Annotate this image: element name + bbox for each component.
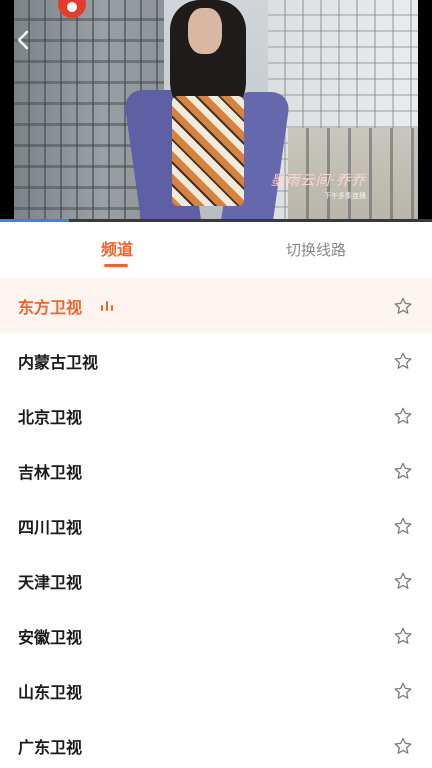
- star-outline-icon[interactable]: [393, 626, 413, 646]
- channel-name: 四川卫视: [18, 517, 83, 537]
- watermark-subtitle: 下午多集连播: [324, 192, 366, 200]
- equalizer-bars-icon: [101, 299, 117, 313]
- channel-name: 山东卫视: [18, 682, 83, 702]
- star-outline-icon[interactable]: [393, 351, 413, 371]
- channel-row[interactable]: 天津卫视: [0, 553, 432, 608]
- channel-name: 内蒙古卫视: [18, 352, 99, 372]
- channel-name: 天津卫视: [18, 572, 83, 592]
- channel-name: 安徽卫视: [18, 627, 83, 647]
- channel-row[interactable]: 安徽卫视: [0, 608, 432, 663]
- channel-row[interactable]: 山东卫视: [0, 663, 432, 718]
- channel-row[interactable]: 广东卫视: [0, 718, 432, 768]
- star-outline-icon[interactable]: [393, 681, 413, 701]
- video-watermark: 墨雨云间·乔乔 下午多集连播: [271, 170, 366, 201]
- star-outline-icon[interactable]: [393, 296, 413, 316]
- watermark-title: 墨雨云间·乔乔: [270, 173, 366, 189]
- star-outline-icon[interactable]: [393, 461, 413, 481]
- tab-switch-line[interactable]: 切换线路: [270, 222, 362, 278]
- chevron-left-icon[interactable]: [16, 30, 34, 50]
- video-frame: 墨雨云间·乔乔 下午多集连播: [14, 0, 418, 222]
- channel-name: 广东卫视: [18, 737, 83, 757]
- star-outline-icon[interactable]: [393, 736, 413, 756]
- star-outline-icon[interactable]: [393, 406, 413, 426]
- tab-active-indicator: [104, 264, 128, 267]
- star-outline-icon[interactable]: [393, 516, 413, 536]
- channel-name: 吉林卫视: [18, 462, 83, 482]
- star-outline-icon[interactable]: [393, 571, 413, 591]
- channel-row[interactable]: 四川卫视: [0, 498, 432, 553]
- channel-row[interactable]: 吉林卫视: [0, 443, 432, 498]
- channel-row[interactable]: 东方卫视: [0, 278, 432, 333]
- channel-list: 东方卫视内蒙古卫视北京卫视吉林卫视四川卫视天津卫视安徽卫视山东卫视广东卫视: [0, 278, 432, 768]
- channel-row[interactable]: 北京卫视: [0, 388, 432, 443]
- video-player[interactable]: 墨雨云间·乔乔 下午多集连播: [0, 0, 432, 222]
- channel-name: 北京卫视: [18, 407, 83, 427]
- video-scene-person: [122, 0, 292, 222]
- tab-channels[interactable]: 频道: [78, 222, 156, 278]
- tab-bar: 频道 切换线路: [0, 222, 432, 278]
- channel-name: 东方卫视: [18, 297, 83, 317]
- channel-row[interactable]: 内蒙古卫视: [0, 333, 432, 388]
